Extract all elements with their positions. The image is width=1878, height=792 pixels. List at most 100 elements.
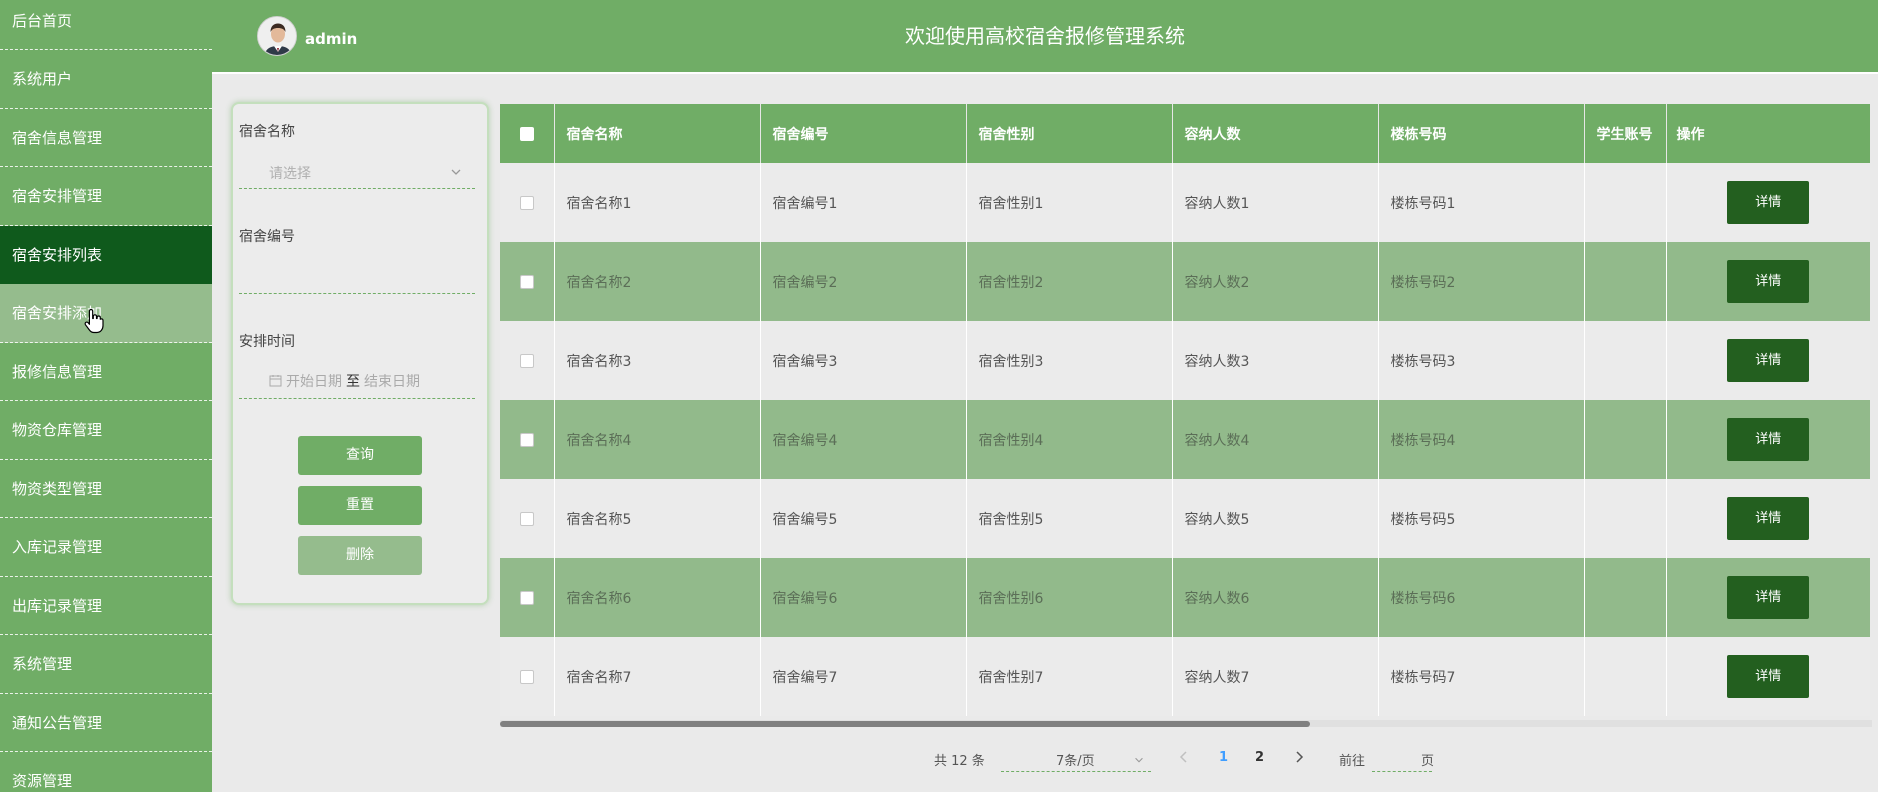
row-check-cell [500,400,555,479]
sidebar-item-warehouse[interactable]: 物资仓库管理 [0,401,212,460]
student-account-cell [1584,558,1667,637]
capacity-cell: 容纳人数6 [1172,558,1379,637]
row-checkbox[interactable] [519,432,534,447]
dorm-name-cell: 宿舍名称7 [554,637,761,716]
detail-button[interactable]: 详情 [1727,576,1810,619]
col-header-building-no[interactable]: 楼栋号码 [1378,104,1585,163]
col-header-student-account[interactable]: 学生账号 [1584,104,1667,163]
row-actions-cell: 详情 [1666,558,1870,637]
sidebar-item-inbound[interactable]: 入库记录管理 [0,518,212,577]
table-row: 宿舍名称5 宿舍编号5 宿舍性别5 容纳人数5 楼栋号码5 详情 [500,479,1870,558]
row-checkbox[interactable] [519,669,534,684]
dorm-name-label: 宿舍名称 [239,124,295,140]
pagination: 共 12 条 7条/页 1 2 前往 页 [0,748,1878,772]
sidebar-item-dorm-info[interactable]: 宿舍信息管理 [0,109,212,167]
dorm-gender-cell: 宿舍性别4 [966,400,1173,479]
query-button[interactable]: 查询 [298,436,422,475]
dorm-gender-cell: 宿舍性别2 [966,242,1173,321]
row-checkbox[interactable] [519,353,534,368]
col-header-dorm-name[interactable]: 宿舍名称 [554,104,761,163]
col-header-capacity[interactable]: 容纳人数 [1172,104,1379,163]
top-header: admin 欢迎使用高校宿舍报修管理系统 [212,0,1878,74]
horizontal-scrollbar-thumb[interactable] [500,721,1310,727]
dorm-name-cell: 宿舍名称1 [554,163,761,242]
table-body: 宿舍名称1 宿舍编号1 宿舍性别1 容纳人数1 楼栋号码1 详情 宿舍名称2 宿舍编号2 宿舍性… [500,163,1870,716]
goto-label: 前往 [1339,754,1366,769]
sidebar-item-system-admin[interactable]: 系统管理 [0,635,212,694]
row-checkbox[interactable] [519,195,534,210]
calendar-icon [269,375,282,387]
sidebar-item-repair-info[interactable]: 报修信息管理 [0,343,212,401]
table-header-row: 宿舍名称 宿舍编号 宿舍性别 容纳人数 楼栋号码 学生账号 操作 [500,104,1870,163]
sidebar-item-label: 入库记录管理 [12,538,103,556]
pagination-total: 共 12 条 [934,754,985,769]
date-range-picker[interactable]: 开始日期至结束日期 [239,365,475,399]
sidebar-item-label: 资源管理 [12,772,73,790]
row-actions-cell: 详情 [1666,163,1870,242]
table-row: 宿舍名称1 宿舍编号1 宿舍性别1 容纳人数1 楼栋号码1 详情 [500,163,1870,242]
dorm-code-input[interactable] [239,260,475,294]
dorm-code-cell: 宿舍编号6 [760,558,967,637]
page-number-1[interactable]: 1 [1219,750,1228,765]
capacity-cell: 容纳人数1 [1172,163,1379,242]
student-account-cell [1584,400,1667,479]
sidebar-item-dorm-arrange-add[interactable]: 宿舍安排添加 [0,284,212,343]
dorm-name-select[interactable]: 请选择 [239,155,475,189]
sidebar-item-label: 系统用户 [12,70,73,88]
sidebar-item-label: 出库记录管理 [12,596,103,615]
sidebar-item-label: 后台首页 [12,12,73,30]
start-date-placeholder[interactable]: 开始日期 [286,374,342,390]
table-row: 宿舍名称3 宿舍编号3 宿舍性别3 容纳人数3 楼栋号码3 详情 [500,321,1870,400]
page-size-select[interactable]: 7条/页 [1001,750,1151,772]
range-separator: 至 [346,374,360,390]
detail-button[interactable]: 详情 [1727,497,1810,540]
row-checkbox[interactable] [519,274,534,289]
student-account-cell [1584,321,1667,400]
chevron-right-icon[interactable] [1293,750,1305,764]
end-date-placeholder[interactable]: 结束日期 [364,374,420,390]
student-account-cell [1584,479,1667,558]
dorm-code-label: 宿舍编号 [239,229,295,245]
dorm-name-cell: 宿舍名称4 [554,400,761,479]
page-unit-label: 页 [1421,754,1435,769]
detail-button[interactable]: 详情 [1727,181,1810,224]
date-range: 开始日期至结束日期 [269,371,420,391]
row-checkbox[interactable] [519,511,534,526]
col-header-dorm-gender[interactable]: 宿舍性别 [966,104,1173,163]
row-actions-cell: 详情 [1666,400,1870,479]
dorm-code-cell: 宿舍编号3 [760,321,967,400]
detail-button[interactable]: 详情 [1727,339,1810,382]
building-no-cell: 楼栋号码3 [1378,321,1585,400]
chevron-left-icon[interactable] [1178,750,1190,764]
col-header-dorm-code[interactable]: 宿舍编号 [760,104,967,163]
sidebar-item-notice[interactable]: 通知公告管理 [0,694,212,752]
sidebar-item-outbound[interactable]: 出库记录管理 [0,577,212,635]
select-all-checkbox[interactable] [519,126,534,141]
sidebar-item-dorm-arrange-list[interactable]: 宿舍安排列表 [0,225,212,284]
select-all-cell [500,104,555,163]
sidebar-item-label: 物资仓库管理 [12,421,103,439]
row-check-cell [500,558,555,637]
detail-button[interactable]: 详情 [1727,260,1810,303]
detail-button[interactable]: 详情 [1727,655,1810,698]
sidebar-item-system-users[interactable]: 系统用户 [0,50,212,109]
sidebar-item-label: 宿舍安排列表 [12,245,103,264]
table-row: 宿舍名称6 宿舍编号6 宿舍性别6 容纳人数6 楼栋号码6 详情 [500,558,1870,637]
sidebar-menu: 后台首页 系统用户 宿舍信息管理 宿舍安排管理 宿舍安排列表 宿舍安排添加 报修… [0,0,212,792]
sidebar-item-home[interactable]: 后台首页 [0,0,212,50]
sidebar-item-dorm-arrange[interactable]: 宿舍安排管理 [0,167,212,226]
student-account-cell [1584,242,1667,321]
row-actions-cell: 详情 [1666,637,1870,716]
sidebar-item-material-type[interactable]: 物资类型管理 [0,460,212,518]
reset-button[interactable]: 重置 [298,486,422,525]
detail-button[interactable]: 详情 [1727,418,1810,461]
building-no-cell: 楼栋号码1 [1378,163,1585,242]
dorm-code-cell: 宿舍编号5 [760,479,967,558]
dorm-gender-cell: 宿舍性别1 [966,163,1173,242]
row-check-cell [500,637,555,716]
delete-button[interactable]: 删除 [298,536,422,575]
row-checkbox[interactable] [519,590,534,605]
sidebar-item-label: 宿舍信息管理 [12,128,103,147]
page-number-2[interactable]: 2 [1255,750,1264,765]
capacity-cell: 容纳人数4 [1172,400,1379,479]
